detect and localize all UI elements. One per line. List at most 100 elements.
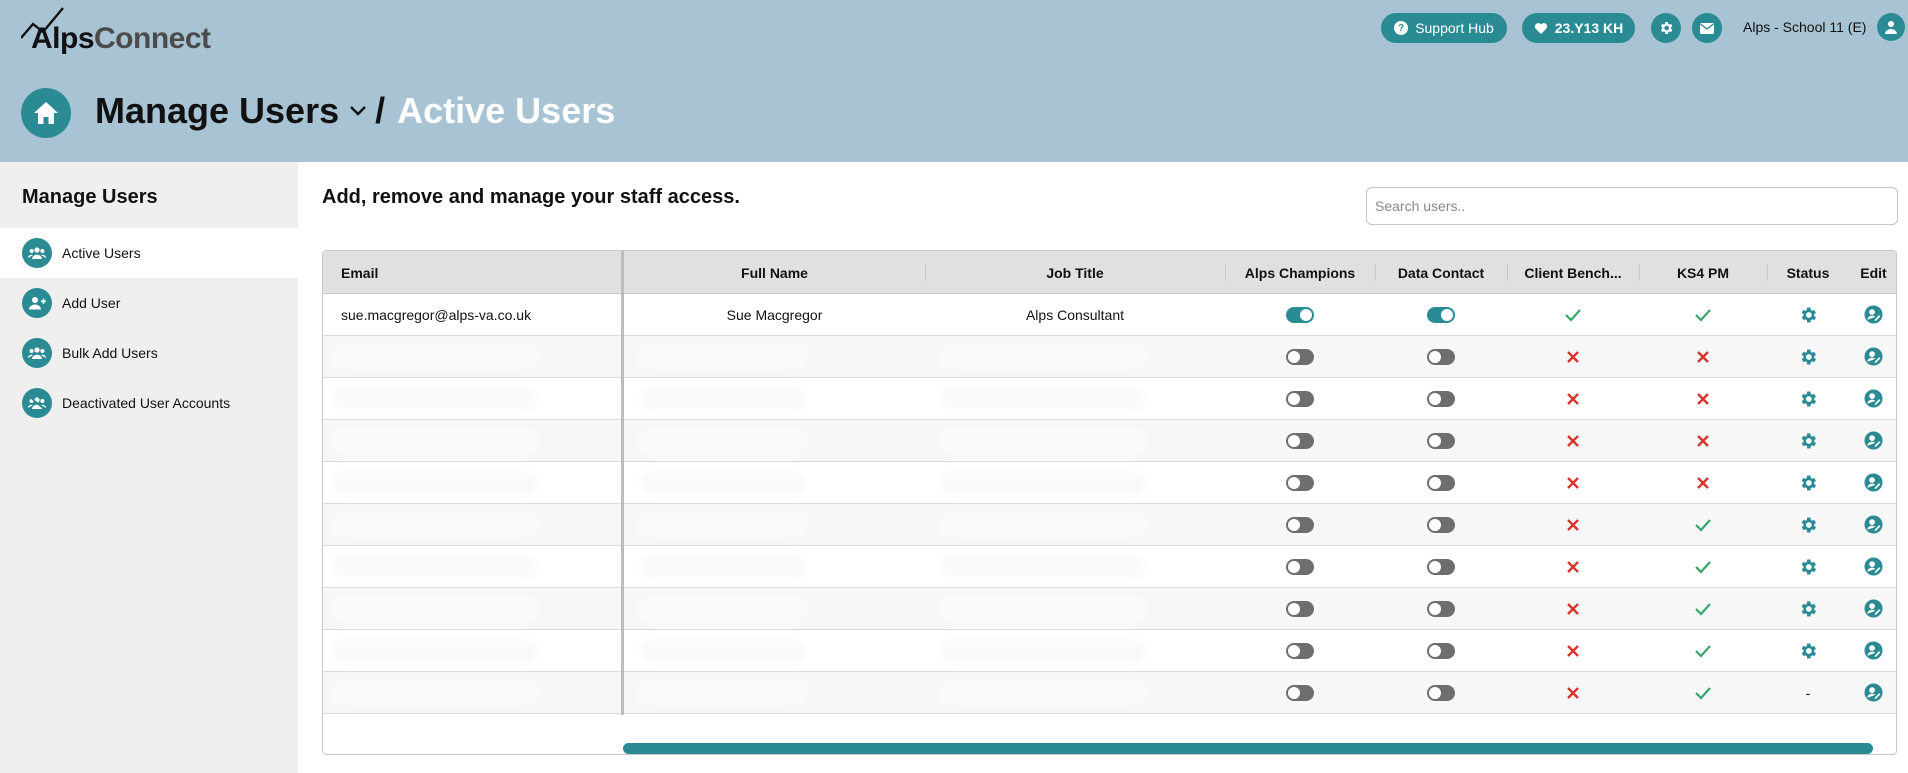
sidebar-item-add-user[interactable]: Add User	[0, 278, 298, 328]
redacted-text	[335, 684, 535, 702]
alps-champions-toggle[interactable]	[1286, 600, 1314, 617]
edit-user-icon[interactable]	[1864, 599, 1883, 618]
data-contact-toggle[interactable]	[1427, 390, 1455, 407]
chevron-down-icon[interactable]	[349, 105, 367, 117]
toggle-knob	[1300, 308, 1312, 321]
sidebar-item-deactivated-user-accounts[interactable]: Deactivated User Accounts	[0, 378, 298, 428]
table-row[interactable]	[323, 504, 1896, 546]
data-contact-toggle[interactable]	[1427, 516, 1455, 533]
gear-icon[interactable]	[1798, 431, 1818, 451]
cell-ks4	[1639, 630, 1767, 671]
check-icon	[1694, 602, 1712, 616]
edit-user-icon[interactable]	[1864, 473, 1883, 492]
alps-champions-toggle[interactable]	[1286, 390, 1314, 407]
table-row[interactable]	[323, 588, 1896, 630]
alps-champions-toggle[interactable]	[1286, 348, 1314, 365]
horizontal-scrollbar[interactable]	[623, 743, 1873, 754]
table-row[interactable]	[323, 546, 1896, 588]
settings-button[interactable]	[1651, 13, 1681, 43]
gear-icon	[1660, 22, 1673, 34]
cell-alps-champions	[1225, 630, 1375, 671]
data-contact-toggle[interactable]	[1427, 474, 1455, 491]
cross-icon	[1696, 350, 1710, 364]
cross-icon	[1696, 434, 1710, 448]
table-row[interactable]: -	[323, 672, 1896, 714]
sidebar-item-active-users[interactable]: Active Users	[0, 228, 298, 278]
redacted-text	[643, 432, 803, 450]
cross-icon	[1566, 602, 1580, 616]
home-button[interactable]	[21, 88, 71, 138]
table-row[interactable]	[323, 378, 1896, 420]
toggle-knob	[1288, 602, 1300, 615]
cell-status: -	[1767, 672, 1849, 713]
edit-user-icon[interactable]	[1864, 641, 1883, 660]
gear-icon[interactable]	[1798, 389, 1818, 409]
cell-ks4	[1639, 546, 1767, 587]
cell-status	[1767, 630, 1849, 671]
column-header-job-title[interactable]: Job Title	[925, 251, 1225, 294]
gear-icon[interactable]	[1798, 515, 1818, 535]
redacted-text	[643, 348, 803, 366]
table-row[interactable]	[323, 630, 1896, 672]
edit-user-icon[interactable]	[1864, 347, 1883, 366]
edit-user-icon[interactable]	[1864, 515, 1883, 534]
alps-champions-toggle[interactable]	[1286, 474, 1314, 491]
edit-user-icon[interactable]	[1864, 431, 1883, 450]
table-row[interactable]	[323, 462, 1896, 504]
breadcrumb-section[interactable]: Manage Users	[95, 90, 339, 132]
gear-icon[interactable]	[1798, 473, 1818, 493]
toggle-knob	[1429, 602, 1441, 615]
account-button[interactable]	[1877, 13, 1905, 41]
data-contact-toggle[interactable]	[1427, 684, 1455, 701]
data-contact-toggle[interactable]	[1427, 642, 1455, 659]
alps-champions-toggle[interactable]	[1286, 558, 1314, 575]
table-row[interactable]: sue.macgregor@alps-va.co.uk Sue Macgregor…	[323, 294, 1896, 336]
cell-data-contact	[1375, 294, 1507, 335]
messages-button[interactable]	[1692, 13, 1722, 43]
column-header-full-name[interactable]: Full Name	[624, 251, 925, 294]
cell-ks4	[1639, 378, 1767, 419]
gear-icon[interactable]	[1798, 557, 1818, 577]
redacted-text	[335, 390, 535, 408]
cell-ks4	[1639, 504, 1767, 545]
alps-champions-toggle[interactable]	[1286, 306, 1314, 323]
breadcrumb-separator: /	[375, 90, 386, 131]
table-row[interactable]	[323, 336, 1896, 378]
check-icon	[1694, 686, 1712, 700]
redacted-text	[643, 516, 803, 534]
column-header-edit[interactable]: Edit	[1849, 251, 1896, 294]
gear-icon[interactable]	[1798, 305, 1818, 325]
data-contact-toggle[interactable]	[1427, 306, 1455, 323]
alps-champions-toggle[interactable]	[1286, 642, 1314, 659]
alps-champions-toggle[interactable]	[1286, 432, 1314, 449]
edit-user-icon[interactable]	[1864, 683, 1883, 702]
redacted-text	[335, 516, 535, 534]
alps-champions-toggle[interactable]	[1286, 516, 1314, 533]
gear-icon[interactable]	[1798, 641, 1818, 661]
column-header-data-contact[interactable]: Data Contact	[1375, 251, 1507, 294]
cohort-label: 23.Y13 KH	[1554, 20, 1624, 36]
column-header-client-bench[interactable]: Client Bench...	[1507, 251, 1639, 294]
data-contact-toggle[interactable]	[1427, 432, 1455, 449]
column-header-status[interactable]: Status	[1767, 251, 1849, 294]
data-contact-toggle[interactable]	[1427, 558, 1455, 575]
table-row[interactable]	[323, 420, 1896, 462]
edit-user-icon[interactable]	[1864, 305, 1883, 324]
alps-champions-toggle[interactable]	[1286, 684, 1314, 701]
school-name[interactable]: Alps - School 11 (E)	[1743, 19, 1866, 35]
search-input[interactable]	[1366, 187, 1898, 225]
gear-icon[interactable]	[1798, 347, 1818, 367]
toggle-knob	[1288, 476, 1300, 489]
sidebar-item-bulk-add-users[interactable]: Bulk Add Users	[0, 328, 298, 378]
data-contact-toggle[interactable]	[1427, 348, 1455, 365]
column-header-alps-champions[interactable]: Alps Champions	[1225, 251, 1375, 294]
edit-user-icon[interactable]	[1864, 389, 1883, 408]
cohort-selector-button[interactable]: 23.Y13 KH	[1522, 13, 1635, 43]
gear-icon[interactable]	[1798, 599, 1818, 619]
column-header-email[interactable]: Email	[341, 251, 378, 294]
column-header-ks4-pm[interactable]: KS4 PM	[1639, 251, 1767, 294]
support-hub-button[interactable]: ? Support Hub	[1381, 13, 1507, 43]
alps-connect-logo[interactable]: AlpsConnect	[21, 4, 211, 56]
edit-user-icon[interactable]	[1864, 557, 1883, 576]
data-contact-toggle[interactable]	[1427, 600, 1455, 617]
